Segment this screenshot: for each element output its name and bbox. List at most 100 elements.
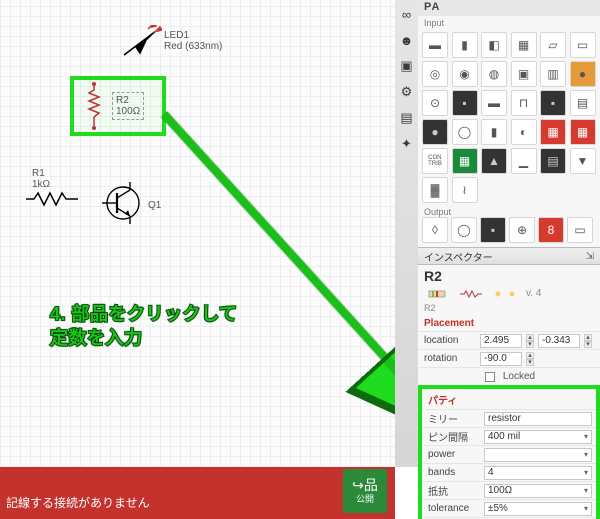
part-tile-encoder[interactable]: ◍ (481, 61, 507, 87)
inspector-view-icons: v. 4 (418, 284, 600, 303)
output-parts-row: ◊ ◯ ▪ ⊕ 8 ▭ (418, 217, 600, 247)
resistor-schem-icon[interactable] (458, 289, 484, 299)
component-q1[interactable] (100, 180, 146, 226)
part-tile-motor[interactable]: ⊕ (509, 217, 535, 243)
strip-icon-star[interactable]: ✦ (399, 136, 415, 152)
part-tile-toggle[interactable]: ⊓ (511, 90, 537, 116)
inspector-header[interactable]: インスペクター ⇲ (418, 247, 600, 265)
locked-checkbox[interactable] (485, 372, 495, 382)
component-r2[interactable] (82, 82, 112, 132)
tolerance-row: tolerance ±5%▾ (422, 499, 596, 517)
rotation-row: rotation -90.0 ▴▾ (418, 349, 600, 367)
part-tile-usb[interactable]: ◧ (481, 32, 507, 58)
collapse-icon[interactable]: ⇲ (586, 251, 594, 262)
part-tile-display[interactable]: ▭ (567, 217, 593, 243)
family-field[interactable]: resistor (484, 412, 592, 426)
part-tile-tact[interactable]: ▪ (540, 90, 566, 116)
part-tile-transistor[interactable]: ▲ (481, 148, 507, 174)
part-tile-buzzer[interactable]: ◯ (451, 217, 477, 243)
family-row: ミリー resistor (422, 409, 596, 427)
part-tile-dip[interactable]: ▤ (570, 90, 596, 116)
part-tile-rfid[interactable]: ▤ (540, 148, 566, 174)
location-x-stepper[interactable]: ▴▾ (526, 334, 534, 348)
properties-highlight-box: パティ ミリー resistor ピン間隔 400 mil▾ power ▾ b… (418, 385, 600, 519)
part-tile-speaker[interactable]: ▓ (422, 177, 448, 203)
step-annotation: 4. 部品をクリックして 定数を入力 (50, 302, 237, 351)
part-tile-switch[interactable]: ▪ (452, 90, 478, 116)
location-x-field[interactable]: 2.495 (480, 334, 522, 348)
resistor-bb-icon[interactable] (424, 289, 450, 299)
placement-section: Placement (418, 315, 600, 331)
part-tile-ldr[interactable]: ◐ (511, 119, 537, 145)
status-bar: 記線する接続がありません ↪品 公開 (0, 467, 395, 519)
strip-icon-arduino[interactable]: ∞ (399, 6, 415, 22)
properties-section: パティ (422, 389, 596, 409)
part-tile-wifi[interactable]: ▼ (570, 148, 596, 174)
part-tile-cell[interactable]: ▮ (452, 32, 478, 58)
part-tile-contrib[interactable]: CON TRIB (422, 148, 448, 174)
part-tile-board-green[interactable]: ▦ (452, 148, 478, 174)
strip-icon-chip[interactable]: ▤ (399, 110, 415, 126)
led1-label: LED1 Red (633nm) (164, 30, 222, 52)
input-section-label: Input (418, 16, 600, 28)
inspector-subname: R2 (418, 303, 600, 315)
part-tile-battery[interactable]: ▬ (422, 32, 448, 58)
pinspacing-field[interactable]: 400 mil▾ (484, 430, 592, 444)
q1-label: Q1 (148, 200, 161, 211)
part-tile-antenna[interactable]: ▁ (511, 148, 537, 174)
power-field[interactable]: ▾ (484, 448, 592, 462)
part-tile-knob[interactable]: ◎ (422, 61, 448, 87)
rotation-stepper[interactable]: ▴▾ (526, 352, 534, 366)
part-tile-coin[interactable]: ● (570, 61, 596, 87)
publish-button[interactable]: ↪品 公開 (343, 469, 387, 513)
part-tile-sensor-round[interactable]: ● (422, 119, 448, 145)
strip-icon-user[interactable]: ☻ (399, 32, 415, 48)
component-led1[interactable] (118, 25, 162, 61)
bands-row: bands 4▾ (422, 463, 596, 481)
r1-label: R1 1kΩ (32, 168, 50, 190)
resistor-pcb-icon[interactable] (492, 289, 518, 299)
category-strip: ∞ ☻ ▣ ⚙ ▤ ✦ (395, 0, 418, 467)
part-tile-camera[interactable]: ▣ (511, 61, 537, 87)
strip-icon-gear[interactable]: ⚙ (399, 84, 415, 100)
component-r1[interactable] (24, 190, 80, 208)
parts-grid: ▬ ▮ ◧ ▦ ▱ ▭ ◎ ◉ ◍ ▣ ▥ ● ⊙ ▪ ▬ ⊓ ▪ ▤ ● ◯ … (418, 28, 600, 205)
right-panel: PA Input ▬ ▮ ◧ ▦ ▱ ▭ ◎ ◉ ◍ ▣ ▥ ● ⊙ ▪ ▬ ⊓… (418, 0, 600, 519)
output-section-label: Output (418, 205, 600, 217)
resistance-row: 抵抗 100Ω▾ (422, 481, 596, 499)
locked-row[interactable]: Locked (418, 367, 600, 385)
rotation-field[interactable]: -90.0 (480, 352, 522, 366)
inspector-part-name: R2 (418, 265, 600, 284)
tolerance-field[interactable]: ±5%▾ (484, 502, 592, 516)
part-tile-ir[interactable]: ▮ (481, 119, 507, 145)
status-message: 記線する接続がありません (6, 494, 150, 511)
part-tile-thermistor[interactable]: ≀ (452, 177, 478, 203)
location-row: location 2.495 ▴▾ -0.343 ▴▾ (418, 331, 600, 349)
power-row: power ▾ (422, 445, 596, 463)
location-y-field[interactable]: -0.343 (538, 334, 580, 348)
location-y-stepper[interactable]: ▴▾ (584, 334, 592, 348)
part-tile-module-red1[interactable]: ▦ (540, 119, 566, 145)
part-tile-relay[interactable]: ▪ (480, 217, 506, 243)
part-tile-connector[interactable]: ▱ (540, 32, 566, 58)
part-tile-strip[interactable]: ▭ (570, 32, 596, 58)
publish-icon: ↪品 (352, 478, 378, 492)
inspector-version: v. 4 (526, 288, 541, 299)
part-tile-pot[interactable]: ◉ (452, 61, 478, 87)
part-tile-button[interactable]: ⊙ (422, 90, 448, 116)
r2-label: R2 100Ω (112, 92, 144, 120)
schematic-canvas[interactable]: LED1 Red (633nm) R2 100Ω R1 1kΩ (0, 0, 395, 467)
part-tile-buttons[interactable]: ▥ (540, 61, 566, 87)
part-tile-slide[interactable]: ▬ (481, 90, 507, 116)
resistance-field[interactable]: 100Ω▾ (484, 484, 592, 498)
pinspacing-row: ピン間隔 400 mil▾ (422, 427, 596, 445)
part-tile-module-red2[interactable]: ▦ (570, 119, 596, 145)
parts-panel-header: PA (418, 0, 600, 16)
publish-label: 公開 (356, 492, 374, 505)
bands-field[interactable]: 4▾ (484, 466, 592, 480)
part-tile-led-out[interactable]: ◊ (422, 217, 448, 243)
strip-icon-factory[interactable]: ▣ (399, 58, 415, 74)
part-tile-plug[interactable]: ▦ (511, 32, 537, 58)
part-tile-7seg[interactable]: 8 (538, 217, 564, 243)
part-tile-mic[interactable]: ◯ (452, 119, 478, 145)
